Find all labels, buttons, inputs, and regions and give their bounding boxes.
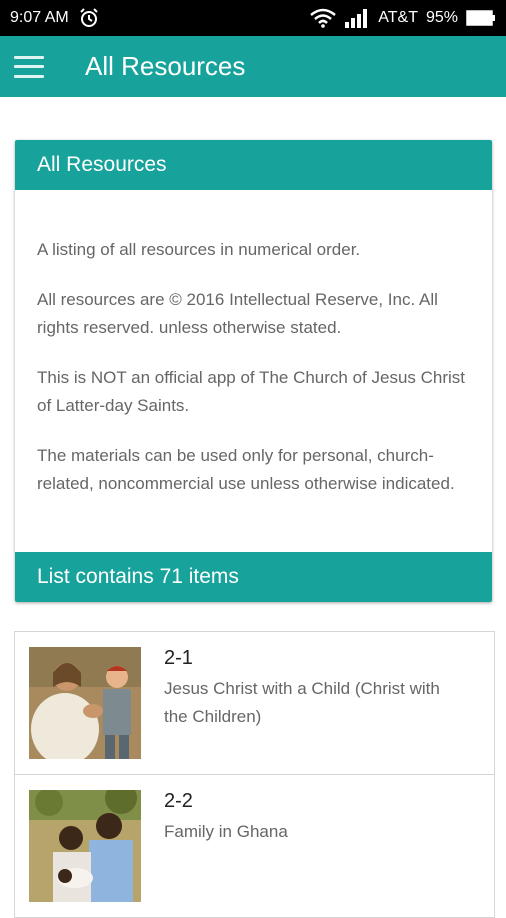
page-title: All Resources [85, 51, 246, 81]
list-item[interactable]: 2-1 Jesus Christ with a Child (Christ wi… [15, 632, 494, 775]
battery-icon [466, 9, 496, 27]
menu-icon[interactable] [14, 55, 44, 78]
item-number: 2-2 [164, 790, 193, 812]
item-title: Jesus Christ with a Child (Christ with t… [164, 679, 440, 726]
resource-list: 2-1 Jesus Christ with a Child (Christ wi… [14, 631, 495, 918]
status-time: 9:07 AM [10, 9, 69, 26]
alarm-icon [79, 8, 99, 28]
item-count: List contains 71 items [15, 552, 492, 602]
thumbnail-image [29, 647, 141, 759]
card-paragraph: The materials can be used only for perso… [37, 446, 455, 493]
signal-icon [344, 8, 370, 28]
info-card: All Resources A listing of all resources… [15, 140, 492, 602]
card-paragraph: This is NOT an official app of The Churc… [37, 368, 466, 415]
item-number: 2-1 [164, 647, 193, 669]
card-paragraph: A listing of all resources in numerical … [37, 240, 361, 259]
card-body: A listing of all resources in numerical … [15, 190, 492, 498]
status-bar: 9:07 AM AT&T 95% [0, 0, 506, 36]
status-battery: 95% [425, 9, 458, 26]
list-item[interactable]: 2-2 Family in Ghana [15, 775, 494, 918]
thumbnail-image [29, 790, 141, 902]
app-bar: All Resources [0, 36, 506, 97]
status-carrier: AT&T [378, 9, 418, 26]
wifi-icon [310, 8, 337, 28]
card-paragraph: All resources are © 2016 Intellectual Re… [37, 290, 438, 337]
item-title: Family in Ghana [164, 822, 288, 841]
card-header: All Resources [15, 140, 492, 190]
